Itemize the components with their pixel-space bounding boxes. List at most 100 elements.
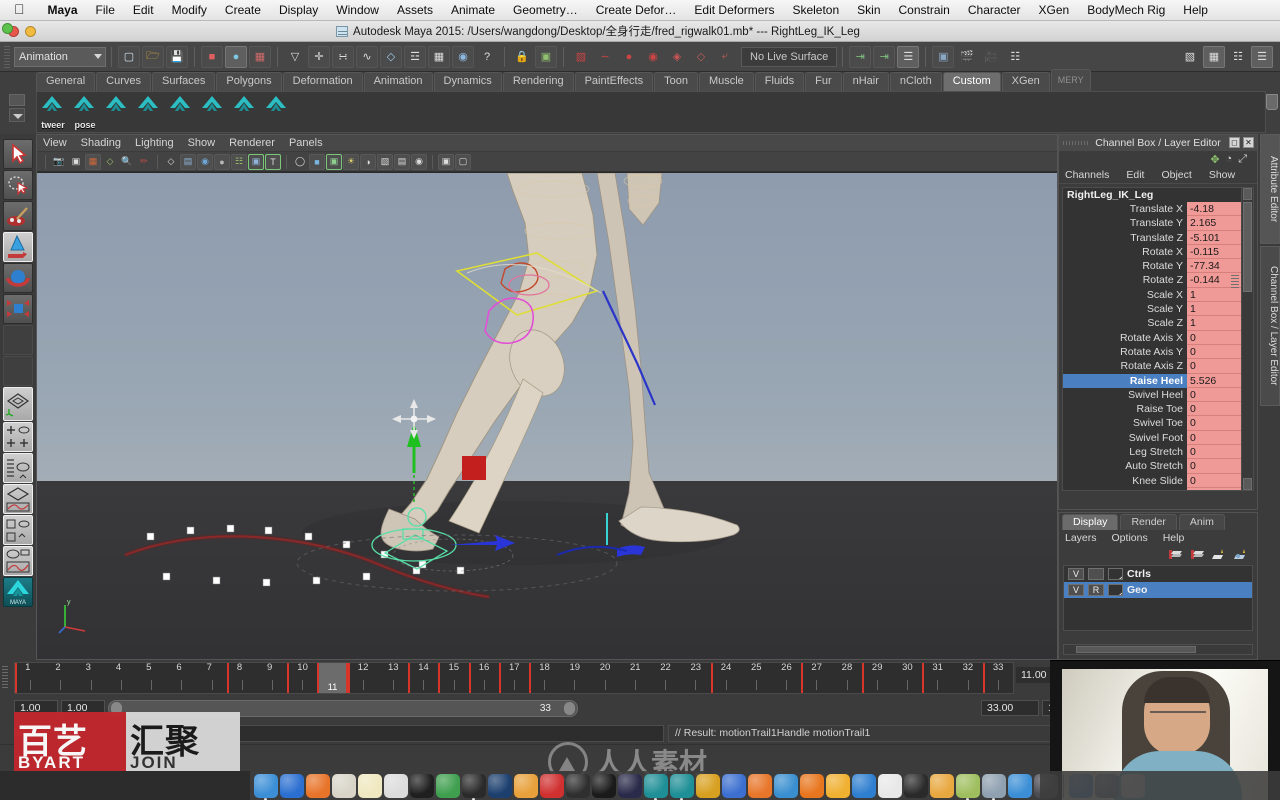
scroll-down-button[interactable] (1243, 478, 1252, 490)
persp-outliner-layout[interactable] (3, 453, 33, 483)
layer-color-swatch[interactable] (1108, 584, 1123, 596)
keyframe-tick[interactable] (408, 663, 411, 693)
film-gate-icon[interactable]: ▤ (180, 153, 196, 170)
move-tool[interactable] (3, 232, 33, 262)
itunes-icon[interactable] (462, 774, 486, 800)
save-scene-icon[interactable]: 💾 (166, 45, 188, 68)
safari-icon[interactable] (280, 774, 304, 798)
channel-box-resize-grip[interactable] (1231, 275, 1239, 289)
os-menu-item-edit-deformers[interactable]: Edit Deformers (685, 0, 783, 21)
maya-logo-icon[interactable]: MAYA (3, 577, 33, 607)
smooth-shade-icon[interactable]: ■ (309, 153, 325, 170)
shelf-tab-surfaces[interactable]: Surfaces (151, 72, 216, 91)
timeline-grip[interactable] (2, 666, 8, 688)
illustrator-icon[interactable] (514, 774, 538, 798)
current-time-field[interactable]: 11.00 (1016, 667, 1052, 683)
premiere-icon[interactable] (618, 774, 642, 798)
finder-icon[interactable] (254, 774, 278, 800)
select-by-hierarchy-icon[interactable]: ■ (201, 45, 223, 68)
window-controls[interactable] (0, 23, 36, 37)
new-layer-icon[interactable] (1168, 548, 1183, 561)
channel-row[interactable]: Swivel Foot 0 (1063, 430, 1253, 446)
os-menu-item-geometry[interactable]: Geometry… (504, 0, 587, 21)
os-menu-item-create[interactable]: Create (216, 0, 270, 21)
shelf-tab-xgen[interactable]: XGen (1001, 72, 1050, 91)
shelf-item-7[interactable] (231, 94, 257, 130)
lasso-select-tool[interactable] (3, 170, 33, 200)
os-menu-item-edit[interactable]: Edit (124, 0, 163, 21)
show-manip-tool[interactable] (3, 387, 33, 421)
live-surface-field[interactable]: No Live Surface (741, 46, 838, 67)
render-current-frame-icon[interactable]: ▣ (932, 45, 955, 68)
four-view-layout[interactable] (3, 422, 33, 452)
keyframe-tick[interactable] (861, 663, 864, 693)
shelf-item-5[interactable] (167, 94, 193, 130)
minimize-button[interactable] (25, 25, 36, 37)
shelf-tab-rendering[interactable]: Rendering (502, 72, 574, 91)
output-connections-icon[interactable]: ⇥ (873, 45, 896, 68)
select-by-object-icon[interactable]: ● (225, 45, 247, 68)
axis-icon[interactable]: ✥ (1210, 153, 1219, 166)
preview-icon[interactable] (384, 774, 408, 798)
scale-tool[interactable] (3, 294, 33, 324)
tab-render[interactable]: Render (1120, 514, 1177, 530)
aa-icon[interactable]: ▧ (377, 153, 393, 170)
rotate-tool[interactable] (3, 263, 33, 293)
channel-row[interactable]: Rotate Axis X0 (1063, 330, 1253, 345)
select-mask-icon[interactable]: ▽ (284, 46, 306, 68)
tab-channel-box-layer-editor[interactable]: Channel Box / Layer Editor (1260, 246, 1280, 406)
input-connections-icon[interactable]: ⇥ (849, 45, 872, 68)
sidebar-tool-icon[interactable]: ▦ (1203, 45, 1225, 68)
select-tool[interactable] (3, 139, 33, 169)
last-tool-slot[interactable] (3, 356, 33, 386)
open-scene-icon[interactable]: 🗁 (142, 45, 164, 68)
notes-icon[interactable] (358, 774, 382, 798)
layer-row-ctrls[interactable]: V Ctrls (1064, 566, 1252, 582)
thunderbird-icon[interactable] (774, 774, 798, 798)
shelf-trash-icon[interactable] (1266, 94, 1278, 110)
ipr-icon[interactable]: ∼ (594, 46, 616, 68)
layer-menu-layers[interactable]: Layers (1065, 532, 1097, 544)
render-icon[interactable]: ▣ (535, 45, 557, 68)
persp-graph-layout[interactable] (3, 484, 33, 514)
firefox-dev-icon[interactable] (748, 774, 772, 798)
channel-row[interactable]: Rotate Z -0.144 (1063, 273, 1253, 288)
evernote-icon[interactable] (436, 774, 460, 798)
vlc-icon[interactable] (800, 774, 824, 798)
textured-icon[interactable]: ▣ (326, 153, 342, 170)
lock-icon[interactable]: 🔒 (511, 46, 533, 68)
shadows-icon[interactable]: ◑ (360, 153, 376, 170)
system-prefs-icon[interactable] (982, 774, 1006, 800)
two-d-pan-zoom-icon[interactable]: 🔍 (119, 154, 135, 170)
shelf-item-6[interactable] (199, 94, 225, 130)
channel-row[interactable]: Rotate X -0.115 (1063, 244, 1253, 260)
channel-row[interactable]: Raise Toe 0 (1063, 402, 1253, 417)
shelf-tab-deformation[interactable]: Deformation (282, 72, 363, 91)
render-settings-icon[interactable]: ● (618, 46, 640, 68)
resolution-gate-icon[interactable]: ◉ (197, 153, 213, 170)
zbrush-icon[interactable] (930, 774, 954, 798)
isolate-select-icon[interactable]: ▢ (455, 153, 471, 170)
channel-row[interactable]: Rotate Axis Y0 (1063, 344, 1253, 360)
wireframe-icon[interactable]: ◯ (292, 154, 308, 170)
keyframe-tick[interactable] (801, 663, 804, 693)
lighting-icon[interactable]: ☀ (343, 153, 359, 170)
layer-playback-toggle[interactable] (1088, 568, 1104, 580)
shelf-tab-dynamics[interactable]: Dynamics (433, 72, 502, 91)
blank-slot[interactable] (3, 325, 33, 355)
ao-icon[interactable]: ◉ (411, 153, 427, 170)
tab-display[interactable]: Display (1062, 514, 1119, 530)
channel-menu-channels[interactable]: Channels (1065, 169, 1109, 181)
channel-menu-edit[interactable]: Edit (1126, 169, 1144, 181)
channel-row[interactable]: Translate Z -5.101 (1063, 230, 1253, 245)
layer-color-swatch[interactable] (1108, 568, 1123, 580)
undock-panel-button[interactable]: ◻ (1229, 137, 1240, 148)
grease-pencil-icon[interactable]: ✏ (136, 154, 152, 170)
os-menu-item-create-deformers[interactable]: Create Defor… (587, 0, 686, 21)
os-menu-item-skin[interactable]: Skin (848, 0, 889, 21)
channel-row[interactable]: Scale Y1 (1063, 302, 1253, 317)
nuke-icon[interactable] (696, 774, 720, 798)
os-menu-item-xgen[interactable]: XGen (1030, 0, 1079, 21)
layer-menu-options[interactable]: Options (1112, 532, 1148, 544)
layer-list-scrollbar[interactable] (1063, 644, 1253, 655)
